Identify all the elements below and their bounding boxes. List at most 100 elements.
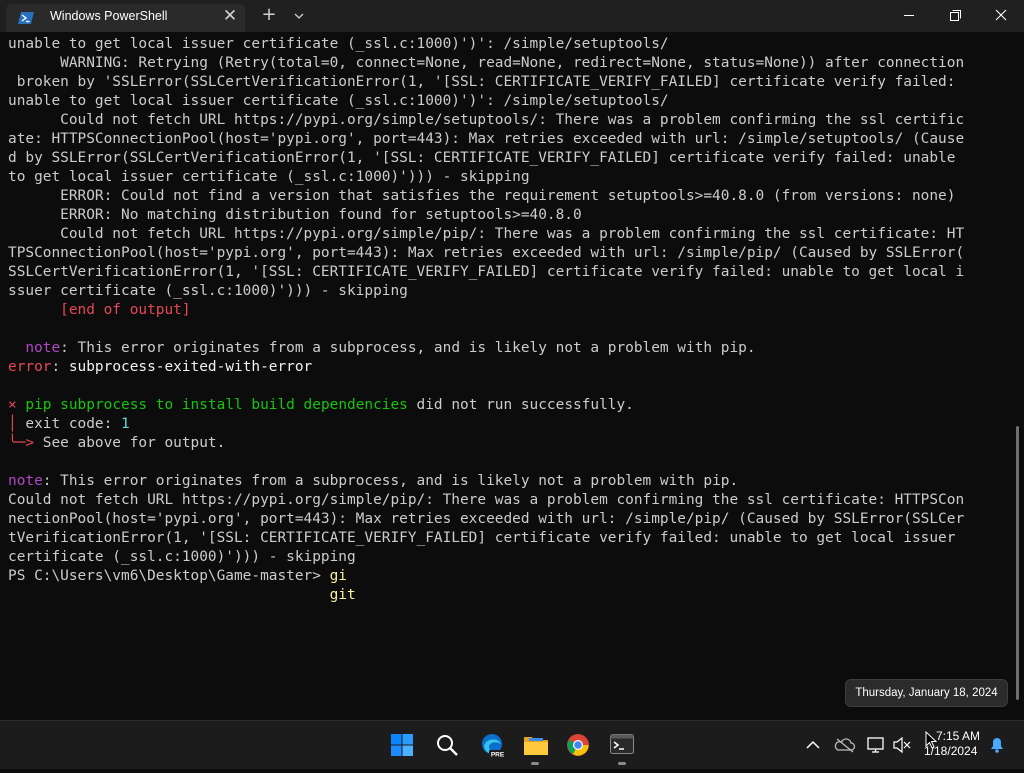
terminal-text-segment: : This error originates from a subproces… <box>42 473 739 489</box>
show-hidden-icons-button[interactable] <box>802 721 824 769</box>
edge-badge: PRE <box>491 752 505 759</box>
terminal-icon <box>610 734 634 754</box>
terminal-line: error: subprocess-exited-with-error <box>8 358 312 377</box>
chevron-down-icon[interactable] <box>289 6 309 26</box>
terminal-line: certificate (_ssl.c:1000)'))) - skipping <box>8 548 356 567</box>
running-indicator <box>618 762 626 765</box>
speaker-muted-icon <box>893 736 911 754</box>
terminal-line: tVerificationError(1, '[SSL: CERTIFICATE… <box>8 529 955 548</box>
terminal-line: nectionPool(host='pypi.org', port=443): … <box>8 510 964 529</box>
terminal-text-segment: SSLCertVerificationError(1, '[SSL: CERTI… <box>8 264 965 280</box>
terminal-text-segment: error <box>8 359 52 375</box>
terminal-text-segment: : This error originates from a subproces… <box>60 340 756 356</box>
terminal-text-segment: ate: HTTPSConnectionPool(host='pypi.org'… <box>8 131 965 147</box>
maximize-button[interactable] <box>932 0 978 32</box>
terminal-line: TPSConnectionPool(host='pypi.org', port=… <box>8 244 964 263</box>
tab-title: Windows PowerShell <box>50 9 168 23</box>
bell-icon <box>991 738 1003 753</box>
close-button[interactable] <box>978 0 1024 32</box>
minimize-button[interactable] <box>886 0 932 32</box>
terminal-text-segment: Could not fetch URL https://pypi.org/sim… <box>8 226 965 242</box>
terminal-line: ate: HTTPSConnectionPool(host='pypi.org'… <box>8 130 964 149</box>
terminal-text-segment: : <box>51 359 69 375</box>
terminal-line: ERROR: Could not find a version that sat… <box>8 187 955 206</box>
terminal-text-segment: d by SSLError(SSLCertVerificationError(1… <box>8 150 956 166</box>
network-icon <box>867 737 884 753</box>
terminal-line: unable to get local issuer certificate (… <box>8 35 669 54</box>
terminal-line: unable to get local issuer certificate (… <box>8 92 669 111</box>
terminal-output[interactable]: unable to get local issuer certificate (… <box>0 32 1016 720</box>
title-bar: Windows PowerShell ✕ + <box>0 0 1024 32</box>
terminal-text-segment: certificate (_ssl.c:1000)'))) - skipping <box>8 549 356 565</box>
terminal-text-segment: git <box>329 587 356 603</box>
terminal-line: WARNING: Retrying (Retry(total=0, connec… <box>8 54 964 73</box>
plus-icon: + <box>261 4 277 25</box>
terminal-line: SSLCertVerificationError(1, '[SSL: CERTI… <box>8 263 964 282</box>
mouse-cursor-icon <box>925 731 937 749</box>
chevron-up-icon <box>806 740 820 749</box>
running-indicator <box>531 762 539 765</box>
terminal-line: │ exit code: 1 <box>8 415 130 434</box>
file-explorer-icon <box>524 737 548 755</box>
chrome-icon <box>567 734 589 756</box>
terminal-line: note: This error originates from a subpr… <box>8 339 756 358</box>
terminal-line: git <box>8 586 356 605</box>
terminal-text-segment: Could not fetch URL https://pypi.org/sim… <box>8 112 965 128</box>
terminal-text-segment: note <box>25 340 61 356</box>
close-tab-icon[interactable]: ✕ <box>220 6 240 26</box>
terminal-line: ssuer certificate (_ssl.c:1000)'))) - sk… <box>8 282 408 301</box>
terminal-text-segment: did not run successfully. <box>407 397 634 413</box>
terminal-text-segment: pip subprocess to install build dependen… <box>25 397 408 413</box>
search-button[interactable] <box>427 721 467 769</box>
terminal-text-segment: broken by 'SSLError(SSLCertVerificationE… <box>8 74 956 90</box>
terminal-text-segment: unable to get local issuer certificate (… <box>8 36 669 52</box>
terminal-line: [end of output] <box>8 301 191 320</box>
terminal-line: PS C:\Users\vm6\Desktop\Game-master> gi <box>8 567 347 586</box>
terminal-text-segment: note <box>8 473 43 489</box>
cloud-offline-icon <box>834 738 856 753</box>
terminal-text-segment: ╰─> <box>8 435 35 451</box>
terminal-button[interactable] <box>602 721 642 769</box>
start-icon <box>391 734 413 756</box>
volume-button[interactable] <box>891 721 913 769</box>
scrollbar[interactable] <box>1016 426 1019 700</box>
terminal-text-segment: │ <box>8 416 17 432</box>
terminal-text-segment: See above for output. <box>34 435 226 451</box>
terminal-text-segment: exit code: <box>16 416 122 432</box>
edge-dev-button[interactable]: PRE <box>472 721 512 769</box>
terminal-text-segment: [end of output] <box>60 302 191 318</box>
terminal-text-segment: 1 <box>121 416 130 432</box>
terminal-text-segment: ssuer certificate (_ssl.c:1000)'))) - sk… <box>8 283 408 299</box>
taskbar: PRE 7:15 AM 1/18/2024 <box>0 720 1024 769</box>
file-explorer-button[interactable] <box>515 721 555 769</box>
edge-dev-icon: PRE <box>482 734 506 759</box>
terminal-text-segment: nectionPool(host='pypi.org', port=443): … <box>8 511 965 527</box>
minimize-icon <box>904 15 914 16</box>
chrome-button[interactable] <box>558 721 598 769</box>
onedrive-button[interactable] <box>833 721 857 769</box>
terminal-line: note: This error originates from a subpr… <box>8 472 738 491</box>
start-button[interactable] <box>382 721 422 769</box>
powershell-icon <box>18 12 34 24</box>
close-icon <box>995 9 1007 21</box>
tab-windows-powershell[interactable]: Windows PowerShell ✕ <box>6 4 245 32</box>
terminal-text-segment: subprocess-exited-with-error <box>68 359 313 375</box>
notifications-button[interactable] <box>986 721 1008 769</box>
terminal-line: broken by 'SSLError(SSLCertVerificationE… <box>8 73 956 92</box>
terminal-line: Could not fetch URL https://pypi.org/sim… <box>8 111 964 130</box>
terminal-text-segment: ERROR: No matching distribution found fo… <box>8 207 582 223</box>
terminal-text-segment: gi <box>329 568 347 584</box>
terminal-line: d by SSLError(SSLCertVerificationError(1… <box>8 149 955 168</box>
terminal-text-segment: × <box>8 397 17 413</box>
terminal-text-segment: Could not fetch URL https://pypi.org/sim… <box>8 492 965 508</box>
terminal-text-segment: ERROR: Could not find a version that sat… <box>8 188 956 204</box>
network-button[interactable] <box>865 721 887 769</box>
terminal-text-segment: unable to get local issuer certificate (… <box>8 93 669 109</box>
terminal-text-segment: PS C:\Users\vm6\Desktop\Game-master> <box>8 568 330 584</box>
new-tab-button[interactable]: + <box>259 4 279 25</box>
terminal-text-segment: to get local issuer certificate (_ssl.c:… <box>8 169 530 185</box>
maximize-icon <box>950 10 961 21</box>
terminal-line: Could not fetch URL https://pypi.org/sim… <box>8 225 964 244</box>
date-tooltip: Thursday, January 18, 2024 <box>845 679 1008 707</box>
